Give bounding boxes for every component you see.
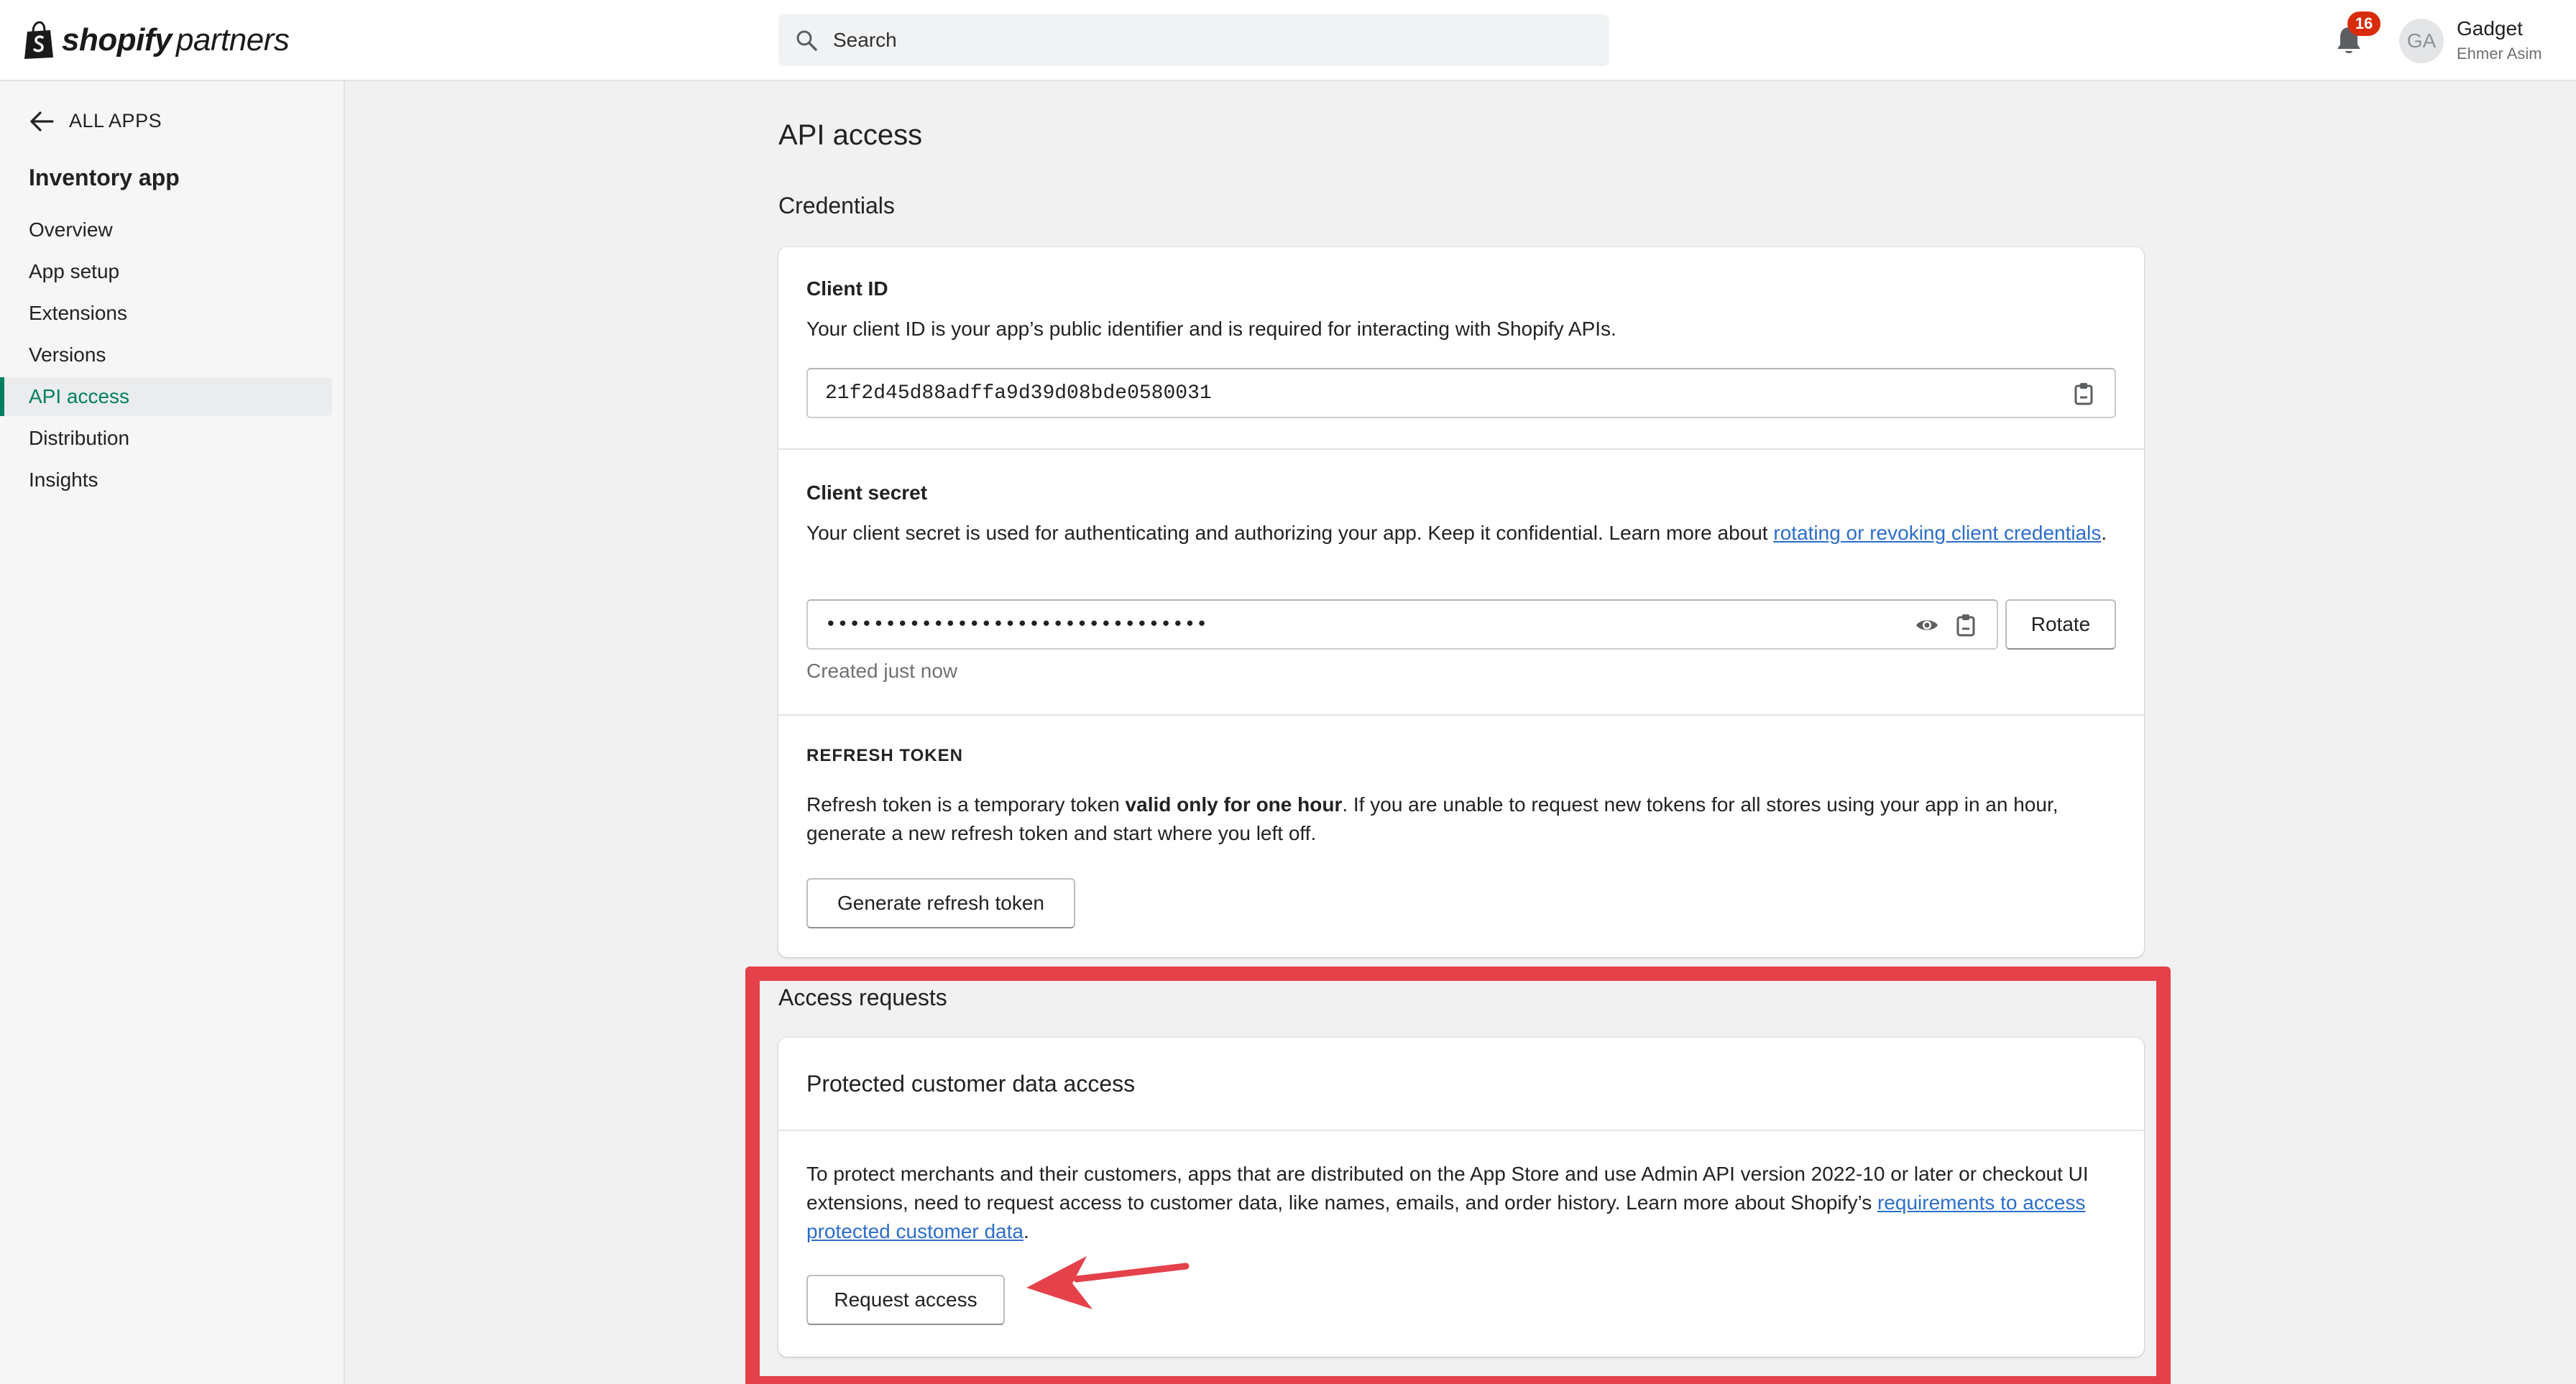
- search-icon: [796, 30, 817, 51]
- sidebar-item-insights[interactable]: Insights: [0, 461, 332, 499]
- divider: [778, 448, 2144, 450]
- client-id-field[interactable]: 21f2d45d88adffa9d39d08bde0580031: [806, 368, 2116, 418]
- search-input[interactable]: Search: [778, 14, 1609, 66]
- sidebar-item-distribution[interactable]: Distribution: [0, 419, 332, 458]
- app-name: Inventory app: [29, 165, 180, 190]
- client-secret-description: Your client secret is used for authentic…: [806, 519, 2115, 548]
- clipboard-icon[interactable]: [1954, 613, 1978, 637]
- client-secret-created-note: Created just now: [806, 660, 958, 682]
- eye-icon[interactable]: [1915, 613, 1939, 637]
- divider: [778, 1130, 2144, 1131]
- sidebar-item-app-setup[interactable]: App setup: [0, 252, 332, 291]
- search-placeholder: Search: [833, 29, 897, 51]
- sidebar: ALL APPS Inventory app Overview App setu…: [0, 81, 345, 1384]
- refresh-token-label: REFRESH TOKEN: [806, 746, 963, 765]
- shopify-partners-logo[interactable]: shopify partners: [22, 19, 290, 62]
- client-secret-field[interactable]: ••••••••••••••••••••••••••••••••: [806, 599, 1998, 650]
- sidebar-item-api-access[interactable]: API access: [0, 377, 332, 416]
- refresh-token-validity: valid only for one hour: [1125, 793, 1343, 816]
- all-apps-label: ALL APPS: [69, 110, 162, 132]
- user-name[interactable]: Gadget: [2457, 17, 2523, 40]
- all-apps-link[interactable]: ALL APPS: [29, 110, 162, 132]
- refresh-token-description: Refresh token is a temporary token valid…: [806, 790, 2115, 848]
- sidebar-item-overview[interactable]: Overview: [0, 211, 332, 249]
- avatar[interactable]: GA: [2399, 19, 2444, 63]
- rotating-credentials-link[interactable]: rotating or revoking client credentials: [1773, 522, 2101, 544]
- annotation-arrow-icon: [1026, 1256, 1190, 1309]
- client-id-description: Your client ID is your app’s public iden…: [806, 318, 1616, 340]
- logo-text: shopify partners: [62, 22, 290, 58]
- client-id-value: 21f2d45d88adffa9d39d08bde0580031: [825, 382, 1212, 405]
- client-secret-label: Client secret: [806, 481, 928, 504]
- logo-sub: partners: [175, 22, 290, 57]
- client-secret-description-text: Your client secret is used for authentic…: [806, 522, 1774, 544]
- credentials-card: Client ID Your client ID is your app’s p…: [778, 247, 2144, 957]
- sidebar-item-versions[interactable]: Versions: [0, 336, 332, 374]
- protected-customer-data-title: Protected customer data access: [806, 1071, 1136, 1097]
- top-bar: shopify partners Search 16 GA Gadget Ehme…: [0, 0, 2576, 81]
- sidebar-nav: Overview App setup Extensions Versions A…: [0, 211, 345, 502]
- request-access-button[interactable]: Request access: [806, 1275, 1005, 1325]
- shopify-bag-icon: [24, 21, 53, 59]
- client-secret-masked-value: ••••••••••••••••••••••••••••••••: [825, 614, 1208, 635]
- generate-refresh-token-button[interactable]: Generate refresh token: [806, 878, 1075, 928]
- notification-badge: 16: [2347, 11, 2380, 36]
- protected-customer-data-card: Protected customer data access To protec…: [778, 1038, 2144, 1357]
- client-secret-description-end: .: [2101, 522, 2107, 544]
- user-account-name: Ehmer Asim: [2457, 45, 2542, 63]
- rotate-button[interactable]: Rotate: [2005, 599, 2116, 650]
- arrow-left-icon: [30, 111, 54, 132]
- page-title: API access: [778, 119, 923, 151]
- refresh-token-description-text: Refresh token is a temporary token: [806, 793, 1126, 816]
- divider: [778, 714, 2144, 716]
- protected-customer-data-end: .: [1023, 1220, 1029, 1242]
- sidebar-item-extensions[interactable]: Extensions: [0, 294, 332, 333]
- access-requests-section-title: Access requests: [778, 984, 947, 1010]
- logo-brand: shopify: [62, 22, 172, 57]
- credentials-section-title: Credentials: [778, 193, 895, 218]
- client-id-label: Client ID: [806, 277, 888, 300]
- clipboard-icon[interactable]: [2071, 382, 2096, 406]
- protected-customer-data-description: To protect merchants and their customers…: [806, 1160, 2115, 1246]
